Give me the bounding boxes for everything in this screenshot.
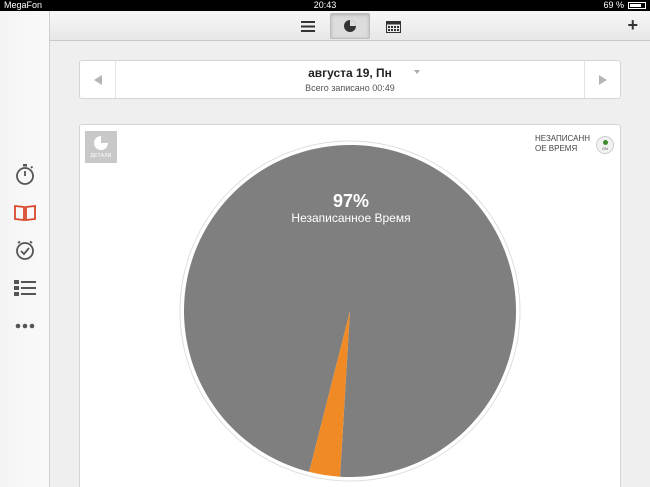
clock-icon <box>16 240 34 260</box>
book-icon <box>14 204 36 221</box>
chart-card: ДЕТАЛИ НЕЗАПИСАНН ОЕ ВРЕМЯ ON 97% Незапи… <box>79 124 621 487</box>
slice-name-label: Незаписанное Время <box>291 211 411 225</box>
list-view-icon <box>14 280 36 296</box>
more-icon <box>15 323 35 329</box>
sidebar-item-list[interactable] <box>13 276 37 300</box>
battery-icon <box>628 2 646 9</box>
add-button[interactable]: + <box>627 15 638 36</box>
previous-day-button[interactable] <box>80 61 116 98</box>
next-day-button[interactable] <box>584 61 620 98</box>
list-view-button[interactable] <box>288 13 328 39</box>
chevron-down-icon[interactable] <box>414 70 420 74</box>
sidebar-item-timer[interactable] <box>13 162 37 186</box>
clock-label: 20:43 <box>313 0 337 10</box>
sidebar-item-log[interactable] <box>13 200 37 224</box>
date-navigator: августа 19, Пн Всего записано 00:49 <box>79 60 621 99</box>
top-toolbar: + <box>50 11 650 41</box>
calendar-view-button[interactable] <box>373 13 413 39</box>
sidebar-item-clock[interactable] <box>13 238 37 262</box>
status-bar: MegaFon 20:43 69 % <box>0 0 650 11</box>
pie-chart-view-button[interactable] <box>330 13 370 39</box>
calendar-icon <box>385 20 401 33</box>
stopwatch-icon <box>16 164 34 185</box>
chevron-right-icon <box>598 74 607 85</box>
date-title[interactable]: августа 19, Пн <box>116 66 584 80</box>
slice-percent-label: 97% <box>332 191 370 211</box>
battery-indicator: 69 % <box>603 0 646 11</box>
pie-chart-svg <box>179 140 521 482</box>
battery-label: 69 % <box>603 0 624 10</box>
chevron-left-icon <box>93 74 102 85</box>
sidebar <box>0 11 50 487</box>
pie-chart-icon <box>344 20 356 32</box>
pie-chart: 97% Незаписанное Время <box>80 125 620 487</box>
list-icon <box>301 20 315 32</box>
total-recorded-label: Всего записано 00:49 <box>305 83 395 93</box>
sidebar-item-more[interactable] <box>13 314 37 338</box>
